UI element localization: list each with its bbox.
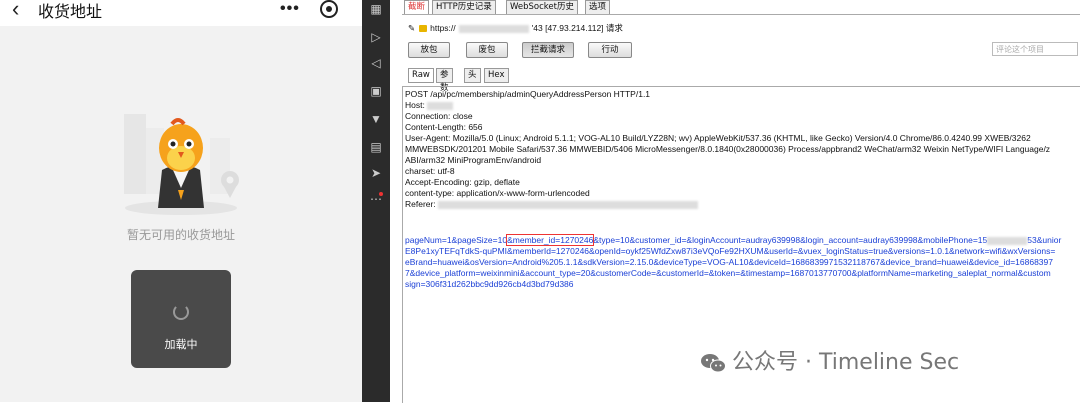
subtab-hex[interactable]: Hex — [484, 68, 509, 83]
drop-button[interactable]: 废包 — [466, 42, 508, 58]
burp-intercept-panel: 截断 HTTP历史记录 WebSocket历史 选项 ✎ https:// '43 … — [402, 0, 1080, 403]
action-button[interactable]: 行动 — [588, 42, 632, 58]
monitor-icon[interactable]: ▣ — [367, 82, 385, 100]
request-url-row: ✎ https:// '43 [47.93.214.112] 请求 — [408, 22, 623, 36]
pencil-icon[interactable]: ✎ — [408, 23, 415, 34]
redacted-referer-value — [438, 200, 699, 209]
redacted-host-value — [427, 101, 454, 110]
body-1c: 53&unior — [1027, 235, 1062, 245]
miniprogram-capsule: ••• — [270, 0, 348, 22]
loading-spinner-icon — [173, 304, 189, 320]
intercept-toggle-button[interactable]: 拦截请求 — [522, 42, 574, 58]
referer-label: Referer: — [405, 199, 436, 209]
header-host: Host: — [405, 100, 454, 111]
miniprogram-header: ‹ 收货地址 ••• — [0, 0, 362, 26]
watermark: 公众号 · Timeline Sec — [700, 344, 959, 376]
miniprogram-panel: ‹ 收货地址 ••• 暂无可用的收货地址 加载中 — [0, 0, 363, 402]
printer-icon[interactable]: ▤ — [367, 138, 385, 156]
notification-dot — [379, 192, 383, 196]
lock-icon — [419, 25, 428, 33]
indent-in-icon[interactable]: ▷ — [367, 28, 385, 46]
body-line-1: pageNum=1&pageSize=10&member_id=1270246&… — [405, 234, 1062, 246]
header-user-agent-3: ABI/arm32 MiniProgramEnv/android — [405, 155, 542, 165]
subtab-params[interactable]: 参数 — [436, 68, 453, 93]
url-suffix: '43 [47.93.214.112] 请求 — [531, 23, 623, 33]
empty-state-text: 暂无可用的收货地址 — [126, 228, 235, 242]
loading-label: 加载中 — [164, 338, 198, 351]
rocket-icon[interactable]: ➤ — [367, 164, 385, 182]
redacted-phone — [987, 236, 1028, 245]
indent-out-icon[interactable]: ◁ — [367, 54, 385, 72]
request-line: POST /api/pc/membership/adminQueryAddres… — [405, 89, 651, 99]
body-1b: &type=10&customer_id=&loginAccount=audra… — [593, 235, 988, 245]
redacted-host — [458, 24, 529, 33]
host-label: Host: — [405, 100, 425, 110]
wechat-icon — [701, 354, 726, 373]
tool-sidebar: ▦ ▷ ◁ ▣ ▼ ▤ ➤ ⋯ — [362, 0, 390, 402]
tab-intercept[interactable]: 截断 — [404, 0, 430, 14]
header-user-agent-2: MMWEBSDK/201201 Mobile Safari/537.36 MMW… — [405, 144, 1051, 154]
tab-websocket-history[interactable]: WebSocket历史 — [506, 0, 578, 14]
header-charset: charset: utf-8 — [405, 166, 455, 176]
header-content-length: Content-Length: 656 — [405, 122, 483, 132]
close-miniprogram-icon[interactable] — [319, 0, 338, 18]
panel-separator — [390, 0, 402, 402]
body-line-4: 7&device_platform=weixinmini&account_typ… — [405, 268, 1051, 278]
loading-toast: 加载中 — [131, 270, 231, 368]
header-accept-encoding: Accept-Encoding: gzip, deflate — [405, 177, 520, 187]
subtab-headers[interactable]: 头 — [464, 68, 481, 83]
body-1a: pageNum=1&pageSize=10 — [405, 235, 508, 245]
watermark-text: 公众号 · Timeline Sec — [732, 350, 960, 375]
chevron-left-icon[interactable]: ‹ — [12, 0, 19, 22]
page-title: 收货地址 — [38, 2, 103, 21]
member-id-highlight: &member_id=1270246 — [506, 234, 595, 246]
body-line-5: sign=306f31d262bbc9dd926cb4d3bd79d386 — [405, 279, 574, 289]
tab-options[interactable]: 选项 — [585, 0, 611, 14]
header-content-type: content-type: application/x-www-form-url… — [405, 188, 590, 198]
calendar-icon[interactable]: ▦ — [367, 0, 385, 18]
more-menu-icon[interactable]: ••• — [280, 0, 300, 18]
burp-tabs: 截断 HTTP历史记录 WebSocket历史 选项 — [402, 0, 1080, 15]
header-connection: Connection: close — [405, 111, 473, 121]
tab-http-history[interactable]: HTTP历史记录 — [432, 0, 496, 14]
empty-address-illustration — [124, 114, 239, 215]
comment-input[interactable]: 评论这个项目 — [992, 42, 1078, 56]
url-prefix: https:// — [430, 23, 456, 33]
subtab-raw[interactable]: Raw — [408, 68, 434, 83]
body-line-3: eBrand=huawei&osVersion=Android%205.1.1&… — [405, 257, 1053, 267]
download-icon[interactable]: ▼ — [367, 110, 385, 128]
body-line-2: E8Pe1xyTEFqTdkS-quPMI&memberId=1270246&o… — [405, 246, 1056, 256]
header-user-agent-1: User-Agent: Mozilla/5.0 (Linux; Android … — [405, 133, 1031, 143]
forward-button[interactable]: 放包 — [408, 42, 450, 58]
header-referer: Referer: — [405, 199, 699, 210]
